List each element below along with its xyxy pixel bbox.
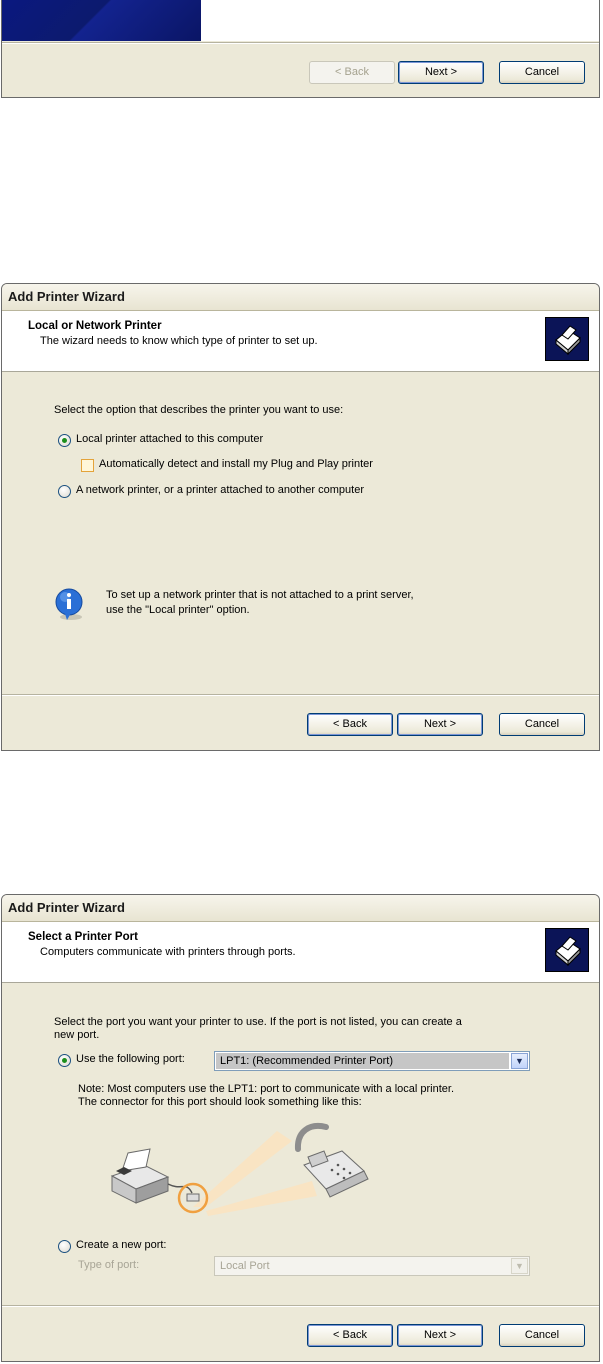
title-bar[interactable]: Add Printer Wizard <box>2 895 599 922</box>
type-of-port-label: Type of port: <box>78 1259 140 1271</box>
port-prompt-line2: new port. <box>54 1029 100 1041</box>
info-text-line2: use the "Local printer" option. <box>106 604 250 616</box>
chevron-down-icon[interactable]: ▼ <box>511 1258 528 1274</box>
note-line2: The connector for this port should look … <box>78 1096 362 1108</box>
type-of-port-value: Local Port <box>220 1260 270 1272</box>
back-button[interactable]: < Back <box>307 1324 393 1347</box>
printer-icon <box>545 317 589 361</box>
header-subtitle: The wizard needs to know which type of p… <box>40 335 318 347</box>
wizard-dialog-printer-port: Add Printer Wizard Select a Printer Port… <box>1 894 600 1362</box>
network-printer-label[interactable]: A network printer, or a printer attached… <box>76 484 364 496</box>
info-icon <box>55 587 85 621</box>
footer-divider <box>2 42 599 44</box>
window-title: Add Printer Wizard <box>8 289 125 304</box>
wizard-dialog-local-or-network: Add Printer Wizard Local or Network Prin… <box>1 283 600 751</box>
type-of-port-select[interactable]: Local Port ▼ <box>214 1256 530 1276</box>
printer-illustration <box>110 1148 170 1204</box>
header-title: Local or Network Printer <box>28 320 162 332</box>
auto-detect-label[interactable]: Automatically detect and install my Plug… <box>99 458 373 470</box>
chevron-down-icon[interactable]: ▼ <box>511 1053 528 1069</box>
back-button[interactable]: < Back <box>309 61 395 84</box>
next-button[interactable]: Next > <box>398 61 484 84</box>
footer-divider <box>2 694 599 696</box>
local-printer-radio[interactable] <box>58 434 71 447</box>
cancel-button[interactable]: Cancel <box>499 1324 585 1347</box>
wizard-header: Local or Network Printer The wizard need… <box>2 311 599 372</box>
create-port-label[interactable]: Create a new port: <box>76 1239 167 1251</box>
header-title: Select a Printer Port <box>28 931 138 943</box>
printer-icon <box>545 928 589 972</box>
welcome-banner <box>2 0 201 41</box>
note-line1: Note: Most computers use the LPT1: port … <box>78 1083 455 1095</box>
next-button[interactable]: Next > <box>397 713 483 736</box>
title-bar[interactable]: Add Printer Wizard <box>2 284 599 311</box>
network-printer-radio[interactable] <box>58 485 71 498</box>
auto-detect-checkbox[interactable] <box>81 459 94 472</box>
cancel-button[interactable]: Cancel <box>499 61 585 84</box>
port-select-value: LPT1: (Recommended Printer Port) <box>216 1053 509 1069</box>
local-printer-label[interactable]: Local printer attached to this computer <box>76 433 263 445</box>
use-port-radio[interactable] <box>58 1054 71 1067</box>
header-subtitle: Computers communicate with printers thro… <box>40 946 296 958</box>
welcome-panel <box>201 0 599 41</box>
create-port-radio[interactable] <box>58 1240 71 1253</box>
port-prompt-line1: Select the port you want your printer to… <box>54 1016 462 1028</box>
option-prompt: Select the option that describes the pri… <box>54 404 344 416</box>
wizard-dialog-1: < Back Next > Cancel <box>1 0 600 98</box>
window-title: Add Printer Wizard <box>8 900 125 915</box>
back-button[interactable]: < Back <box>307 713 393 736</box>
cancel-button[interactable]: Cancel <box>499 713 585 736</box>
next-button[interactable]: Next > <box>397 1324 483 1347</box>
wizard-header: Select a Printer Port Computers communic… <box>2 922 599 983</box>
use-port-label[interactable]: Use the following port: <box>76 1053 185 1065</box>
port-connector-illustration <box>102 1121 402 1225</box>
info-text-line1: To set up a network printer that is not … <box>106 589 414 601</box>
footer-divider <box>2 1305 599 1307</box>
port-select[interactable]: LPT1: (Recommended Printer Port) ▼ <box>214 1051 530 1071</box>
